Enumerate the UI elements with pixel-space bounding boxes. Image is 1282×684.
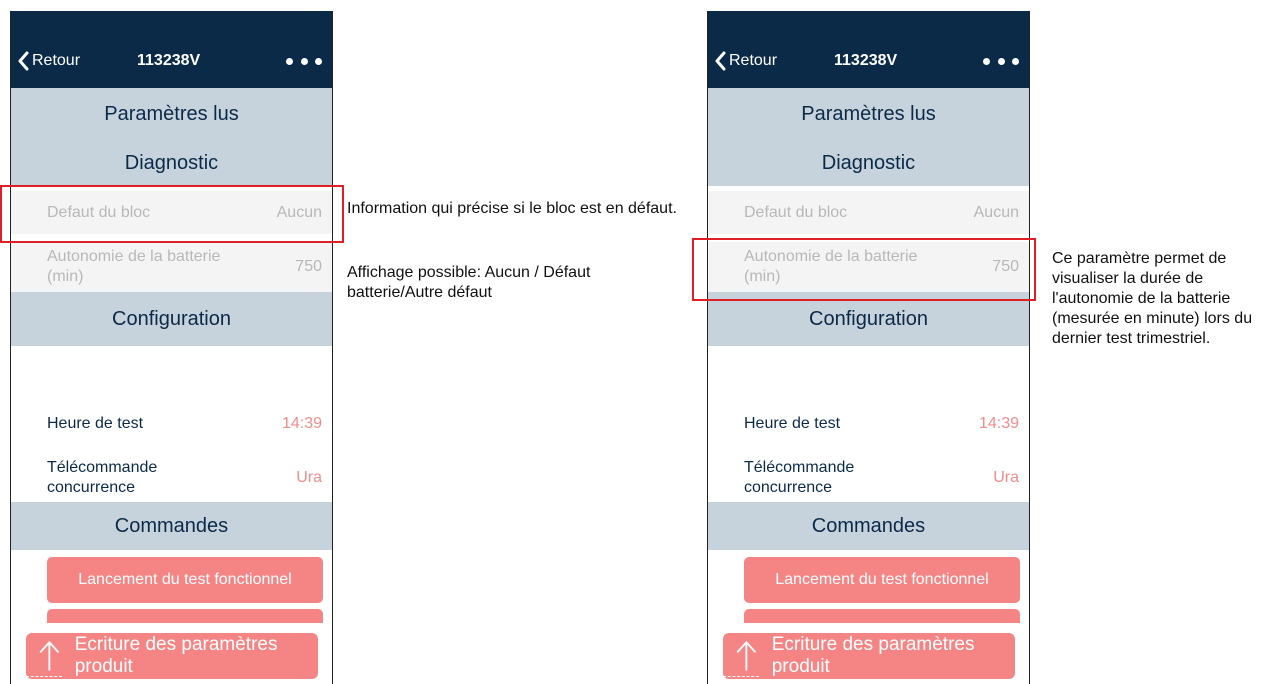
annotation-defaut-line1: Information qui précise si le bloc est e… <box>347 200 677 217</box>
write-params-label: Ecriture des paramètres produit <box>771 634 975 677</box>
back-button[interactable]: Retour <box>17 49 80 73</box>
write-params-button[interactable]: Ecriture des paramètres produit <box>723 633 1015 679</box>
config-row-telecommande[interactable]: Télécommande concurrence Ura <box>11 456 332 500</box>
row-label: Heure de test <box>47 415 144 432</box>
config-row-telecommande[interactable]: Télécommande concurrence Ura <box>708 456 1029 500</box>
config-row-heure[interactable]: Heure de test 14:39 <box>708 409 1029 439</box>
section-header-configuration: Configuration <box>11 292 332 346</box>
row-value: 14:39 <box>281 415 322 432</box>
divider <box>26 676 62 677</box>
arrow-up-icon <box>39 640 60 671</box>
page-title: 113238V <box>834 52 898 69</box>
config-row-heure[interactable]: Heure de test 14:39 <box>11 409 332 439</box>
test-fonctionnel-button[interactable]: Lancement du test fonctionnel <box>744 557 1020 603</box>
write-params-button[interactable]: Ecriture des paramètres produit <box>26 633 318 679</box>
diagnostic-row-defaut: Defaut du bloc Aucun <box>708 191 1029 234</box>
section-header-diagnostic: Diagnostic <box>708 140 1029 186</box>
chevron-left-icon <box>715 51 726 71</box>
highlight-box-defaut <box>0 185 344 243</box>
row-label: Autonomie de la batterie (min) <box>47 248 221 285</box>
section-header-diagnostic: Diagnostic <box>11 140 332 186</box>
section-header-commandes: Commandes <box>708 502 1029 550</box>
write-params-label: Ecriture des paramètres produit <box>74 634 278 677</box>
page-title: 113238V <box>137 52 201 69</box>
section-header-commandes: Commandes <box>11 502 332 550</box>
row-value: Ura <box>296 469 322 486</box>
back-button[interactable]: Retour <box>714 49 777 73</box>
test-fonctionnel-button[interactable]: Lancement du test fonctionnel <box>47 557 323 603</box>
row-label: Heure de test <box>744 415 841 432</box>
row-value: 750 <box>295 258 322 275</box>
more-dots-icon[interactable] <box>983 51 1019 71</box>
back-label: Retour <box>729 52 778 69</box>
row-label: Defaut du bloc <box>744 203 848 221</box>
row-value: 14:39 <box>978 415 1019 432</box>
diagnostic-row-autonomie: Autonomie de la batterie (min) 750 <box>11 242 332 292</box>
annotation-defaut-line2: Affichage possible: Aucun / Défaut batte… <box>347 264 591 301</box>
nav-bar: Retour 113238V <box>11 11 332 88</box>
phone-screen-diagnostic-autonomie: Retour 113238V Paramètres lus Diagnostic… <box>707 11 1030 684</box>
row-value: Ura <box>993 469 1019 486</box>
command-button-partial[interactable] <box>744 609 1020 623</box>
row-label: Télécommande concurrence <box>744 459 855 496</box>
divider <box>723 676 759 677</box>
nav-bar: Retour 113238V <box>708 11 1029 88</box>
row-label: Télécommande concurrence <box>47 459 158 496</box>
back-label: Retour <box>32 52 81 69</box>
more-dots-icon[interactable] <box>286 51 322 71</box>
highlight-box-autonomie <box>692 238 1036 301</box>
annotation-autonomie: Ce paramètre permet de visualiser la dur… <box>1052 250 1253 347</box>
section-header-parametres: Paramètres lus <box>708 88 1029 140</box>
command-button-partial[interactable] <box>47 609 323 623</box>
section-header-parametres: Paramètres lus <box>11 88 332 140</box>
phone-screen-diagnostic-defaut: Retour 113238V Paramètres lus Diagnostic… <box>10 11 333 684</box>
chevron-left-icon <box>18 51 29 71</box>
arrow-up-icon <box>736 640 757 671</box>
row-value: Aucun <box>973 203 1019 221</box>
